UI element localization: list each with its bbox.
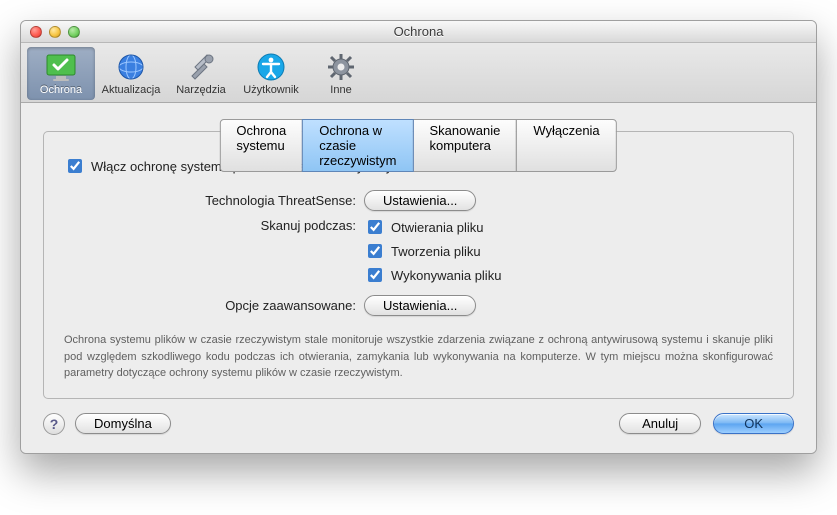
toolbar-item-label: Ochrona bbox=[27, 84, 95, 96]
advanced-options-label: Opcje zaawansowane: bbox=[64, 298, 364, 313]
scan-on-exec-input[interactable] bbox=[368, 268, 382, 282]
tab-panel: Ochrona systemu Ochrona w czasie rzeczyw… bbox=[43, 131, 794, 399]
content-area: Ochrona systemu Ochrona w czasie rzeczyw… bbox=[21, 103, 816, 453]
toolbar-item-user[interactable]: Użytkownik bbox=[237, 47, 305, 100]
advanced-settings-button[interactable]: Ustawienia... bbox=[364, 295, 476, 316]
scan-on-open-label: Otwierania pliku bbox=[391, 220, 484, 235]
scan-on-open-checkbox[interactable]: Otwierania pliku bbox=[364, 217, 501, 237]
defaults-button[interactable]: Domyślna bbox=[75, 413, 171, 434]
tab-exclusions[interactable]: Wyłączenia bbox=[516, 119, 616, 172]
scan-on-create-checkbox[interactable]: Tworzenia pliku bbox=[364, 241, 501, 261]
globe-icon bbox=[97, 50, 165, 84]
toolbar-item-label: Narzędzia bbox=[167, 84, 235, 96]
close-icon[interactable] bbox=[30, 26, 42, 38]
toolbar-item-tools[interactable]: Narzędzia bbox=[167, 47, 235, 100]
tab-realtime-protection[interactable]: Ochrona w czasie rzeczywistym bbox=[302, 119, 413, 172]
preferences-window: Ochrona Ochrona bbox=[20, 20, 817, 454]
ok-button[interactable]: OK bbox=[713, 413, 794, 434]
minimize-icon[interactable] bbox=[49, 26, 61, 38]
scan-on-create-input[interactable] bbox=[368, 244, 382, 258]
toolbar: Ochrona Aktualizacja Narzęd bbox=[21, 43, 816, 103]
accessibility-icon bbox=[237, 50, 305, 84]
toolbar-item-label: Użytkownik bbox=[237, 84, 305, 96]
gear-icon bbox=[307, 50, 375, 84]
enable-realtime-input[interactable] bbox=[68, 159, 82, 173]
shield-check-icon bbox=[27, 50, 95, 84]
window-controls bbox=[30, 26, 80, 38]
tab-system-protection[interactable]: Ochrona systemu bbox=[219, 119, 303, 172]
threatsense-label: Technologia ThreatSense: bbox=[64, 193, 364, 208]
tab-bar: Ochrona systemu Ochrona w czasie rzeczyw… bbox=[220, 119, 616, 172]
toolbar-item-label: Inne bbox=[307, 84, 375, 96]
description-text: Ochrona systemu plików w czasie rzeczywi… bbox=[64, 332, 773, 382]
scan-on-exec-label: Wykonywania pliku bbox=[391, 268, 501, 283]
footer: ? Domyślna Anuluj OK bbox=[43, 413, 794, 435]
scan-on-open-input[interactable] bbox=[368, 220, 382, 234]
cancel-button[interactable]: Anuluj bbox=[619, 413, 701, 434]
scan-on-create-label: Tworzenia pliku bbox=[391, 244, 481, 259]
help-icon[interactable]: ? bbox=[43, 413, 65, 435]
threatsense-settings-button[interactable]: Ustawienia... bbox=[364, 190, 476, 211]
toolbar-item-protection[interactable]: Ochrona bbox=[27, 47, 95, 100]
window-title: Ochrona bbox=[21, 24, 816, 39]
tools-icon bbox=[167, 50, 235, 84]
toolbar-item-other[interactable]: Inne bbox=[307, 47, 375, 100]
tab-computer-scan[interactable]: Skanowanie komputera bbox=[412, 119, 517, 172]
toolbar-item-label: Aktualizacja bbox=[97, 84, 165, 96]
scan-on-exec-checkbox[interactable]: Wykonywania pliku bbox=[364, 265, 501, 285]
titlebar: Ochrona bbox=[21, 21, 816, 43]
scan-during-label: Skanuj podczas: bbox=[64, 217, 364, 233]
toolbar-item-update[interactable]: Aktualizacja bbox=[97, 47, 165, 100]
zoom-icon[interactable] bbox=[68, 26, 80, 38]
